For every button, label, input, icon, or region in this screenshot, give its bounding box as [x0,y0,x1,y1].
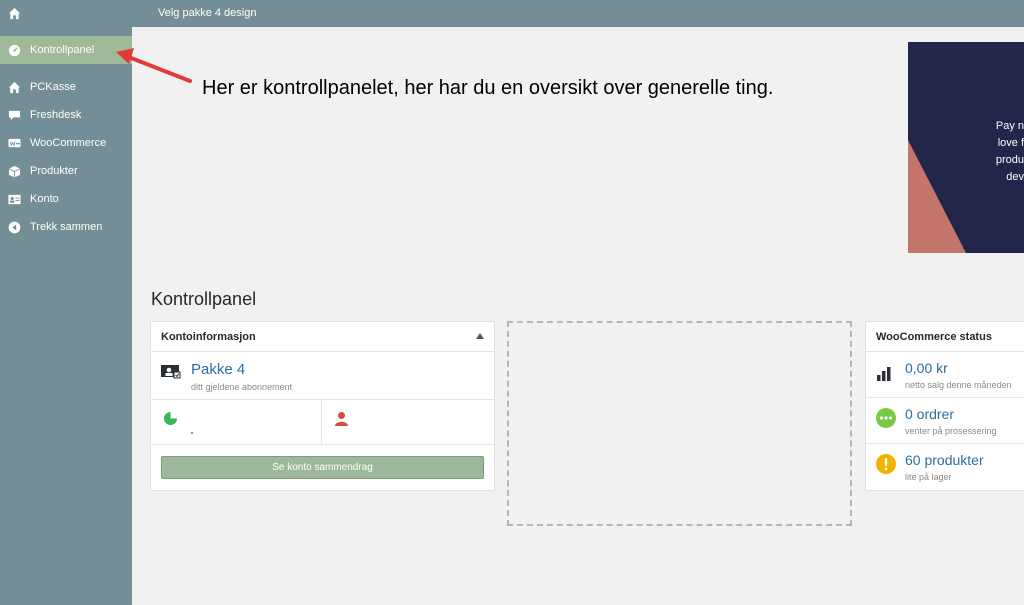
annotation-arrow [116,48,192,83]
user-icon [335,412,348,426]
sidebar-item-label: Freshdesk [30,109,82,121]
widget-header[interactable]: Kontoinformasjon [151,322,494,352]
home-icon [8,81,21,93]
sidebar-item-produkter[interactable]: Produkter [0,157,132,185]
account-summary-button[interactable]: Se konto sammendrag [161,456,484,479]
sidebar-item-woocommerce[interactable]: WooCommerce [0,129,132,157]
stats-col-left [151,400,322,444]
dashboard-icon [8,44,21,56]
products-label: lite på lager [905,472,952,482]
box-icon [8,165,21,178]
pie-chart-icon [164,412,177,425]
warning-icon [876,454,896,474]
status-row-orders[interactable]: 0 ordrer venter på prosessering [866,398,1024,444]
package-row: Pakke 4 ditt gjeldene abonnement [151,352,494,400]
woocommerce-status-widget: WooCommerce status 0,00 kr netto salg de… [865,321,1024,491]
more-dots-icon [876,408,896,428]
stats-row [151,400,494,445]
orders-label: venter på prosessering [905,426,997,436]
home-icon[interactable] [8,7,21,20]
account-card-icon [161,365,181,379]
page-title: Kontrollpanel [151,289,257,309]
woocommerce-icon [8,138,21,147]
admin-bar: Velg pakke 4 design [0,0,1024,27]
sales-value[interactable]: 0,00 kr [905,360,948,376]
sales-label: netto salg denne måneden [905,380,1012,390]
sidebar: Kontrollpanel PCKasse Freshdesk WooComme… [0,27,132,605]
sidebar-item-konto[interactable]: Konto [0,185,132,213]
orders-value[interactable]: 0 ordrer [905,406,954,422]
sidebar-item-label: Trekk sammen [30,221,103,233]
widget-drop-area[interactable] [507,321,852,526]
collapse-icon [8,221,21,233]
collapse-caret-icon[interactable] [476,333,484,339]
banner-text: Pay n love f produ dev [995,120,1024,183]
sidebar-item-label: Konto [30,193,59,205]
status-row-products[interactable]: 60 produkter lite på lager [866,444,1024,490]
products-value[interactable]: 60 produkter [905,452,984,468]
sidebar-item-freshdesk[interactable]: Freshdesk [0,101,132,129]
annotation-text: Her er kontrollpanelet, her har du en ov… [202,77,774,99]
divider-dot [191,432,193,434]
status-row-sales[interactable]: 0,00 kr netto salg denne måneden [866,352,1024,398]
sidebar-item-label: WooCommerce [30,137,107,149]
sidebar-item-label: Kontrollpanel [30,44,95,56]
widget-header[interactable]: WooCommerce status [866,322,1024,352]
sidebar-item-trekk-sammen[interactable]: Trekk sammen [0,213,132,241]
speech-bubble-icon [8,110,21,120]
account-info-widget: Kontoinformasjon Pakke 4 ditt gjeldene a… [150,321,495,491]
package-name[interactable]: Pakke 4 [191,361,245,378]
package-subtitle: ditt gjeldene abonnement [191,382,293,392]
widget-title: Kontoinformasjon [161,330,256,343]
sidebar-item-label: Produkter [30,165,78,177]
promo-banner[interactable]: Pay n love f produ dev [908,42,1024,253]
widget-title: WooCommerce status [876,330,992,343]
id-card-icon [8,194,21,204]
site-title[interactable]: Velg pakke 4 design [158,7,256,19]
bar-chart-icon [877,367,891,381]
sidebar-item-label: PCKasse [30,81,76,93]
